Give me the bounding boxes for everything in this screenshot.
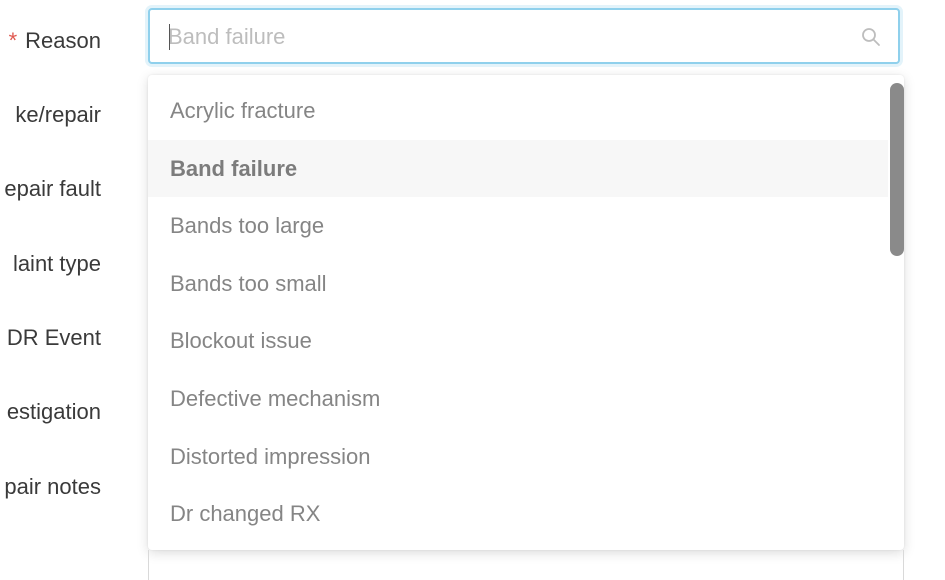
reason-label: * Reason — [9, 28, 101, 54]
option-bands-too-small[interactable]: Bands too small — [148, 255, 888, 312]
dr-event-label: DR Event — [6, 325, 101, 350]
repair-fault-label: epair fault — [4, 176, 101, 201]
text-caret — [169, 24, 170, 50]
investigation-label: estigation — [6, 399, 101, 424]
reason-search-input[interactable] — [168, 20, 838, 54]
form-labels: * Reason ke/repair epair fault laint type… — [0, 0, 110, 575]
repair-notes-label: pair notes — [4, 474, 101, 499]
option-dr-changed-rx[interactable]: Dr changed RX — [148, 485, 888, 542]
required-marker: * — [8, 28, 18, 53]
option-acrylic-fracture[interactable]: Acrylic fracture — [148, 82, 888, 139]
reason-select[interactable] — [148, 8, 900, 64]
search-icon[interactable] — [861, 27, 881, 47]
option-distorted-impression[interactable]: Distorted impression — [148, 428, 888, 485]
reason-label-text: Reason — [25, 28, 101, 53]
option-bands-too-large[interactable]: Bands too large — [148, 197, 888, 254]
next-field-box[interactable] — [148, 550, 904, 580]
option-defective-mechanism[interactable]: Defective mechanism — [148, 370, 888, 427]
remake-repair-label: ke/repair — [15, 102, 101, 127]
complaint-type-label: laint type — [12, 251, 101, 276]
option-blockout-issue[interactable]: Blockout issue — [148, 312, 888, 369]
option-band-failure[interactable]: Band failure — [148, 140, 888, 197]
dropdown-scrollbar-thumb[interactable] — [890, 83, 904, 256]
reason-dropdown-menu: Acrylic fracture Band failure Bands too … — [148, 75, 904, 550]
